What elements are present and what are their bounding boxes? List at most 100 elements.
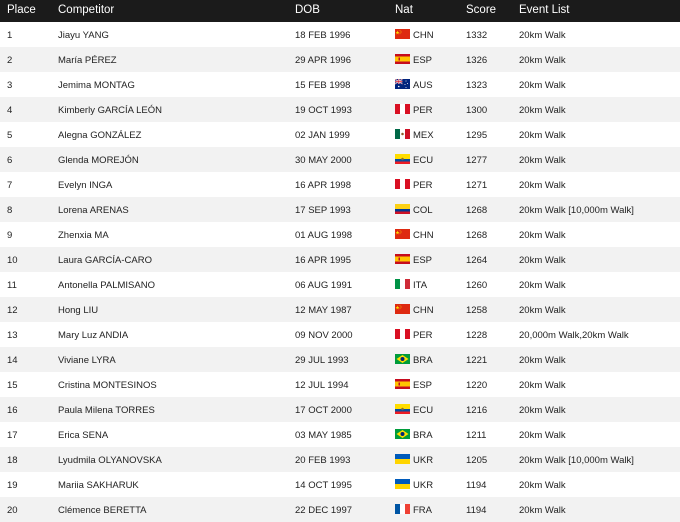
- dob-cell: 12 MAY 1987: [295, 304, 352, 316]
- table-row[interactable]: 8 Lorena ARENAS 17 SEP 1993 1268 20km Walk […: [0, 197, 680, 222]
- place-cell: 6: [7, 154, 13, 166]
- competitor-name[interactable]: Alegna GONZÁLEZ: [58, 130, 141, 141]
- flag-australia-icon: [394, 78, 410, 89]
- dob-cell: 02 JAN 1999: [295, 129, 350, 141]
- event-list-cell: 20km Walk: [519, 354, 566, 366]
- nat-code: ECU: [413, 404, 434, 416]
- dob-cell: 18 FEB 1996: [295, 29, 351, 41]
- event-list-cell: 20km Walk: [519, 479, 566, 491]
- header-nat[interactable]: Nat: [395, 4, 413, 16]
- competitor-name[interactable]: Viviane LYRA: [58, 355, 116, 366]
- score-cell: 1268: [466, 229, 488, 241]
- score-cell: 1211: [466, 429, 487, 441]
- score-cell: 1277: [466, 154, 488, 166]
- competitor-name[interactable]: Paula Milena TORRES: [58, 405, 155, 416]
- competitor-name[interactable]: Cristina MONTESINOS: [58, 380, 157, 391]
- competitor-name[interactable]: Jiayu YANG: [58, 30, 109, 41]
- event-list-cell: 20km Walk: [519, 504, 566, 516]
- score-cell: 1260: [466, 279, 488, 291]
- flag-spain-icon: [395, 54, 410, 64]
- dob-cell: 29 APR 1996: [295, 54, 351, 66]
- place-cell: 5: [7, 129, 13, 141]
- event-list-cell: 20km Walk: [519, 379, 566, 391]
- nat-code: BRA: [413, 354, 433, 366]
- flag-peru-icon: [395, 104, 410, 114]
- score-cell: 1258: [466, 304, 488, 316]
- header-score[interactable]: Score: [466, 4, 496, 16]
- nat-code: FRA: [413, 504, 432, 516]
- score-cell: 1205: [466, 454, 488, 466]
- competitor-name[interactable]: Evelyn INGA: [58, 180, 112, 191]
- dob-cell: 01 AUG 1998: [295, 229, 353, 241]
- competitor-name[interactable]: Mariia SAKHARUK: [58, 480, 139, 491]
- event-list-cell: 20km Walk [10,000m Walk]: [519, 454, 634, 466]
- event-list-cell: 20km Walk: [519, 179, 566, 191]
- score-cell: 1228: [466, 329, 488, 341]
- flag-italy-icon: [395, 279, 410, 289]
- score-cell: 1326: [466, 54, 488, 66]
- table-row[interactable]: 15 Cristina MONTESINOS 12 JUL 1994 1220 20km…: [0, 372, 680, 397]
- event-list-cell: 20km Walk: [519, 429, 566, 441]
- competitor-name[interactable]: Kimberly GARCÍA LEÓN: [58, 105, 162, 116]
- competitor-name[interactable]: Lorena ARENAS: [58, 205, 129, 216]
- place-cell: 8: [7, 204, 13, 216]
- dob-cell: 19 OCT 1993: [295, 104, 352, 116]
- dob-cell: 09 NOV 2000: [295, 329, 353, 341]
- table-row[interactable]: 20 Clémence BERETTA 22 DEC 1997 1194 20km Wa…: [0, 497, 680, 522]
- competitor-name[interactable]: Lyudmila OLYANOVSKA: [58, 455, 162, 466]
- flag-peru-icon: [395, 179, 410, 189]
- dob-cell: 12 JUL 1994: [295, 379, 349, 391]
- event-list-cell: 20km Walk: [519, 404, 566, 416]
- nat-code: UKR: [413, 454, 434, 466]
- header-competitor[interactable]: Competitor: [58, 4, 114, 16]
- score-cell: 1323: [466, 79, 488, 91]
- header-dob[interactable]: DOB: [295, 4, 320, 16]
- score-cell: 1268: [466, 204, 488, 216]
- table-row[interactable]: 12 Hong LIU 12 MAY 1987 1258 20km Walk CHN: [0, 297, 680, 322]
- table-row[interactable]: 9 Zhenxia MA 01 AUG 1998 1268 20km Walk CHN: [0, 222, 680, 247]
- table-row[interactable]: 1 Jiayu YANG 18 FEB 1996 1332 20km Walk CHN: [0, 22, 680, 47]
- table-row[interactable]: 14 Viviane LYRA 29 JUL 1993 1221 20km Walk BR…: [0, 347, 680, 372]
- table-row[interactable]: 16 Paula Milena TORRES 17 OCT 2000 1216 20km…: [0, 397, 680, 422]
- competitor-name[interactable]: Zhenxia MA: [58, 230, 109, 241]
- place-cell: 11: [7, 279, 17, 291]
- table-header: Place Competitor DOB Nat Score Event Lis…: [0, 0, 680, 22]
- flag-france-icon: [395, 504, 410, 514]
- score-cell: 1332: [466, 29, 488, 41]
- competitor-name[interactable]: Clémence BERETTA: [58, 505, 147, 516]
- competitor-name[interactable]: Erica SENA: [58, 430, 108, 441]
- competitor-name[interactable]: Glenda MOREJÓN: [58, 155, 139, 166]
- table-row[interactable]: 11 Antonella PALMISANO 06 AUG 1991 1260 20km…: [0, 272, 680, 297]
- header-event-list[interactable]: Event List: [519, 4, 570, 16]
- competitor-name[interactable]: María PÉREZ: [58, 55, 117, 66]
- nat-code: ESP: [413, 254, 433, 266]
- flag-spain-icon: [395, 379, 410, 389]
- flag-china-icon: [395, 304, 410, 314]
- event-list-cell: 20km Walk: [519, 229, 566, 241]
- event-list-cell: 20km Walk: [519, 304, 566, 316]
- table-row[interactable]: 5 Alegna GONZÁLEZ 02 JAN 1999 1295 20km Walk…: [0, 122, 680, 147]
- table-row[interactable]: 10 Laura GARCÍA-CARO 16 APR 1995 1264 20km W…: [0, 247, 680, 272]
- place-cell: 16: [7, 404, 18, 416]
- table-row[interactable]: 2 María PÉREZ 29 APR 1996 1326 20km Walk ESP: [0, 47, 680, 72]
- competitor-name[interactable]: Mary Luz ANDIA: [58, 330, 128, 341]
- competitor-name[interactable]: Laura GARCÍA-CARO: [58, 255, 152, 266]
- dob-cell: 30 MAY 2000: [295, 154, 352, 166]
- table-row[interactable]: 4 Kimberly GARCÍA LEÓN 19 OCT 1993 1300 20km…: [0, 97, 680, 122]
- table-row[interactable]: 7 Evelyn INGA 16 APR 1998 1271 20km Walk PER: [0, 172, 680, 197]
- header-place[interactable]: Place: [7, 4, 36, 16]
- place-cell: 4: [7, 104, 13, 116]
- table-row[interactable]: 17 Erica SENA 03 MAY 1985 1211 20km Walk BRA: [0, 422, 680, 447]
- competitor-name[interactable]: Jemima MONTAG: [58, 80, 135, 91]
- competitor-name[interactable]: Hong LIU: [58, 305, 98, 316]
- score-cell: 1295: [466, 129, 488, 141]
- table-row[interactable]: 3 Jemima MONTAG 15 FEB 1998 1323 20km Walk AU…: [0, 72, 680, 97]
- competitor-name[interactable]: Antonella PALMISANO: [58, 280, 155, 291]
- nat-code: BRA: [413, 429, 433, 441]
- table-row[interactable]: 13 Mary Luz ANDIA 09 NOV 2000 1228 20,000m W…: [0, 322, 680, 347]
- event-list-cell: 20km Walk: [519, 54, 566, 66]
- table-row[interactable]: 18 Lyudmila OLYANOVSKA 20 FEB 1993 1205 20km…: [0, 447, 680, 472]
- table-row[interactable]: 19 Mariia SAKHARUK 14 OCT 1995 1194 20km Wal…: [0, 472, 680, 497]
- table-row[interactable]: 6 Glenda MOREJÓN 30 MAY 2000 1277 20km Walk E…: [0, 147, 680, 172]
- flag-china-icon: [395, 229, 410, 239]
